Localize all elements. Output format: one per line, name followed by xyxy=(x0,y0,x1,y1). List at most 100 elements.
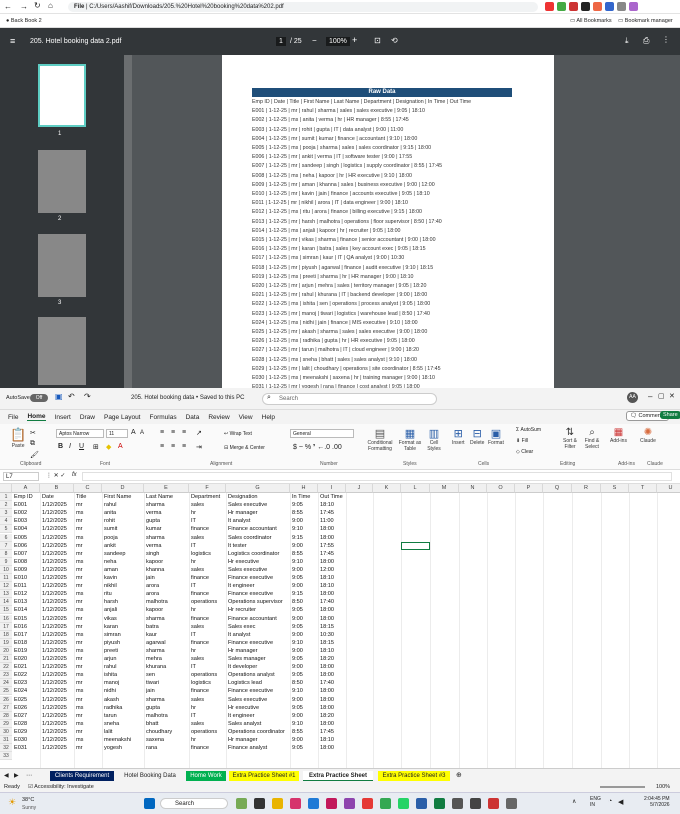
clock[interactable]: 2:04:45 PM 5/7/2026 xyxy=(644,796,670,808)
row-header[interactable]: 11 xyxy=(0,574,12,583)
data-cell[interactable]: mr xyxy=(76,598,102,606)
data-cell[interactable]: 18:10 xyxy=(320,647,346,655)
data-cell[interactable]: ms xyxy=(76,509,102,517)
data-cell[interactable]: Logistics coordinator xyxy=(228,550,290,558)
row-header[interactable]: 12 xyxy=(0,582,12,591)
fit-page-icon[interactable]: ⊡ xyxy=(374,36,381,45)
reload-icon[interactable]: ↻ xyxy=(34,1,41,10)
data-cell[interactable]: mr xyxy=(76,501,102,509)
data-cell[interactable]: singh xyxy=(146,550,189,558)
data-cell[interactable]: hr xyxy=(191,736,226,744)
data-cell[interactable]: Operations analyst xyxy=(228,671,290,679)
data-cell[interactable]: anita xyxy=(104,509,144,517)
extension-icon[interactable] xyxy=(581,2,590,11)
data-cell[interactable]: ms xyxy=(76,558,102,566)
chrome-icon[interactable] xyxy=(380,798,391,809)
name-box[interactable]: L7 xyxy=(3,472,39,481)
tab-review[interactable]: Review xyxy=(208,414,229,421)
data-cell[interactable]: sales xyxy=(191,623,226,631)
data-cell[interactable]: ritu xyxy=(104,590,144,598)
data-cell[interactable]: E021 xyxy=(14,663,40,671)
data-cell[interactable]: rana xyxy=(146,744,189,752)
data-cell[interactable]: finance xyxy=(191,687,226,695)
extension-icon[interactable] xyxy=(617,2,626,11)
taskbar-app-icon[interactable] xyxy=(362,798,373,809)
pdf-scrollbar[interactable] xyxy=(124,55,132,388)
column-header[interactable]: M xyxy=(430,484,459,493)
row-header[interactable]: 2 xyxy=(0,501,12,510)
data-cell[interactable]: gupta xyxy=(146,517,189,525)
data-cell[interactable]: E016 xyxy=(14,623,40,631)
taskbar-app-icon[interactable] xyxy=(452,798,463,809)
column-header[interactable]: I xyxy=(318,484,346,493)
data-cell[interactable]: sumit xyxy=(104,525,144,533)
data-cell[interactable]: agarwal xyxy=(146,639,189,647)
format-cells-button[interactable]: ▣ Format xyxy=(488,427,504,446)
data-cell[interactable]: malhotra xyxy=(146,712,189,720)
bold-icon[interactable]: B xyxy=(58,443,63,450)
data-cell[interactable]: malhotra xyxy=(146,598,189,606)
data-cell[interactable]: mr xyxy=(76,639,102,647)
borders-icon[interactable]: ⊞ xyxy=(93,443,99,451)
conditional-formatting-button[interactable]: ▤ Conditional Formatting xyxy=(364,427,396,452)
data-cell[interactable]: 9:05 xyxy=(292,606,318,614)
data-cell[interactable]: 17:40 xyxy=(320,679,346,687)
data-cell[interactable]: E005 xyxy=(14,534,40,542)
indent-icon[interactable]: ⇥ xyxy=(196,443,202,451)
data-cell[interactable]: E011 xyxy=(14,582,40,590)
data-cell[interactable]: aman xyxy=(104,566,144,574)
column-header[interactable]: A xyxy=(12,484,40,493)
wifi-icon[interactable]: ◔ xyxy=(608,798,612,805)
taskbar-app-icon[interactable] xyxy=(506,798,517,809)
data-cell[interactable]: E007 xyxy=(14,550,40,558)
data-cell[interactable]: Sales executive xyxy=(228,501,290,509)
cell-styles-button[interactable]: ▥ Cell Styles xyxy=(424,427,444,452)
home-icon[interactable]: ⌂ xyxy=(48,1,53,10)
data-cell[interactable]: 9:15 xyxy=(292,590,318,598)
tab-draw[interactable]: Draw xyxy=(80,414,95,421)
find-select-button[interactable]: ⌕ Find & Select xyxy=(582,427,602,450)
header-cell[interactable]: In Time xyxy=(292,493,318,501)
data-cell[interactable]: finance xyxy=(191,525,226,533)
align-center-icon[interactable]: ≡ xyxy=(171,443,175,450)
tab-view[interactable]: View xyxy=(239,414,253,421)
column-header[interactable]: Q xyxy=(543,484,572,493)
data-cell[interactable]: mr xyxy=(76,623,102,631)
taskbar-app-icon[interactable] xyxy=(326,798,337,809)
data-cell[interactable]: 1/12/2025 xyxy=(42,623,74,631)
minimize-icon[interactable]: – xyxy=(648,392,652,401)
data-cell[interactable]: logistics xyxy=(191,550,226,558)
data-cell[interactable]: lalit xyxy=(104,728,144,736)
bookmark-back-book[interactable]: ● Back Book 2 xyxy=(6,18,42,24)
data-cell[interactable]: khanna xyxy=(146,566,189,574)
data-cell[interactable]: E014 xyxy=(14,606,40,614)
data-cell[interactable]: 1/12/2025 xyxy=(42,687,74,695)
clear-button[interactable]: ◇ Clear xyxy=(516,449,533,455)
row-header[interactable]: 8 xyxy=(0,549,12,558)
data-cell[interactable]: ms xyxy=(76,736,102,744)
data-cell[interactable]: 1/12/2025 xyxy=(42,542,74,550)
data-cell[interactable]: 17:45 xyxy=(320,509,346,517)
row-header[interactable]: 19 xyxy=(0,638,12,647)
data-cell[interactable]: IT xyxy=(191,712,226,720)
data-cell[interactable]: kapoor xyxy=(146,558,189,566)
data-cell[interactable]: IT xyxy=(191,663,226,671)
align-top-icon[interactable]: ≡ xyxy=(160,429,164,436)
data-cell[interactable]: 18:00 xyxy=(320,534,346,542)
column-header[interactable]: B xyxy=(40,484,74,493)
data-cell[interactable]: E002 xyxy=(14,509,40,517)
data-cell[interactable]: 18:10 xyxy=(320,501,346,509)
data-cell[interactable]: arora xyxy=(146,590,189,598)
row-header[interactable]: 22 xyxy=(0,663,12,672)
data-cell[interactable]: Sales analyst xyxy=(228,720,290,728)
data-cell[interactable]: E001 xyxy=(14,501,40,509)
data-cell[interactable]: 9:10 xyxy=(292,639,318,647)
data-cell[interactable]: rahul xyxy=(104,663,144,671)
taskbar-app-icon[interactable] xyxy=(236,798,247,809)
header-cell[interactable]: Date xyxy=(42,493,74,501)
data-cell[interactable]: Finance executive xyxy=(228,574,290,582)
data-cell[interactable]: vikas xyxy=(104,615,144,623)
data-cell[interactable]: 18:00 xyxy=(320,687,346,695)
data-cell[interactable]: sales xyxy=(191,655,226,663)
data-cell[interactable]: E018 xyxy=(14,639,40,647)
